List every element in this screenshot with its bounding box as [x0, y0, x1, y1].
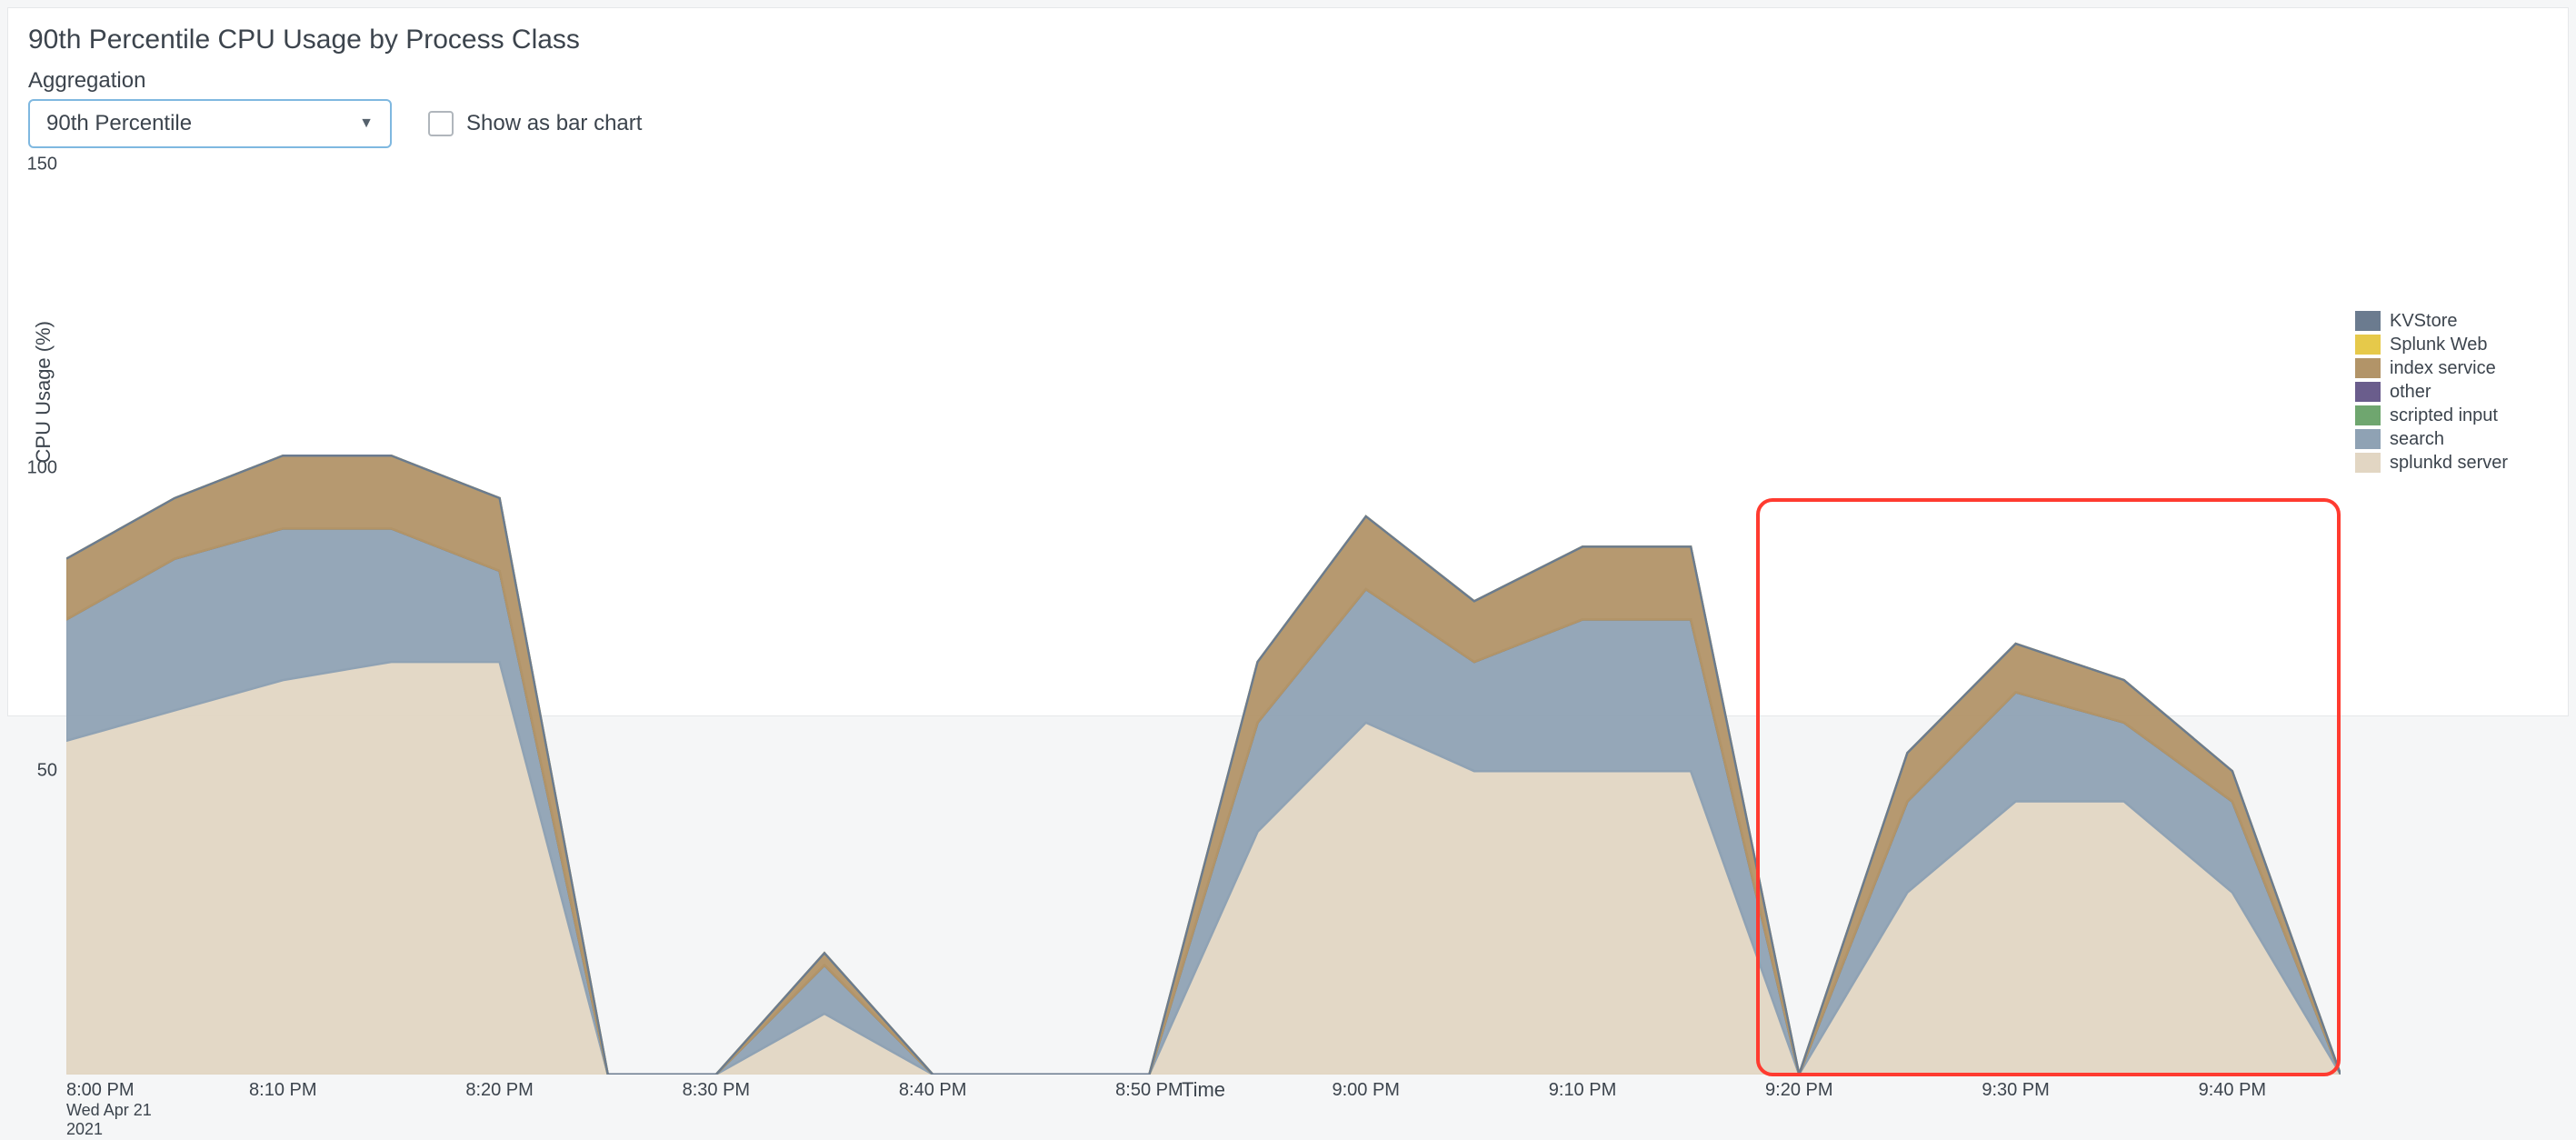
legend-item[interactable]: Splunk Web [2355, 335, 2548, 355]
x-tick-label: 9:10 PM [1549, 1080, 1616, 1101]
bar-chart-checkbox[interactable] [428, 111, 454, 136]
legend-swatch [2355, 335, 2381, 355]
legend-swatch [2355, 311, 2381, 331]
legend-label: KVStore [2390, 311, 2457, 332]
legend-swatch [2355, 453, 2381, 473]
legend-label: splunkd server [2390, 453, 2508, 474]
chart-panel: 90th Percentile CPU Usage by Process Cla… [7, 7, 2569, 716]
legend-item[interactable]: other [2355, 382, 2548, 403]
legend-swatch [2355, 429, 2381, 449]
legend-label: other [2390, 382, 2431, 403]
aggregation-label: Aggregation [28, 68, 392, 94]
aggregation-value: 90th Percentile [46, 111, 192, 136]
legend-item[interactable]: index service [2355, 358, 2548, 379]
x-tick-label: 9:40 PM [2199, 1080, 2266, 1101]
plot-column: 50100150 8:00 PMWed Apr 2120218:10 PM8:2… [66, 165, 2341, 619]
legend-swatch [2355, 358, 2381, 378]
y-tick-label: 100 [27, 457, 66, 478]
controls-row: Aggregation 90th Percentile ▼ Show as ba… [28, 68, 2548, 148]
x-tick-label: 8:00 PMWed Apr 212021 [66, 1080, 152, 1140]
y-tick-label: 150 [27, 155, 66, 175]
y-tick-label: 50 [37, 761, 66, 782]
legend-swatch [2355, 405, 2381, 425]
legend-item[interactable]: splunkd server [2355, 453, 2548, 474]
legend-label: index service [2390, 358, 2496, 379]
x-tick-label: 8:20 PM [465, 1080, 533, 1101]
x-tick-label: 8:10 PM [249, 1080, 316, 1101]
bar-chart-label: Show as bar chart [466, 111, 642, 136]
y-axis-title: CPU Usage (%) [28, 321, 59, 463]
x-tick-label: 9:30 PM [1982, 1080, 2049, 1101]
legend-label: scripted input [2390, 405, 2498, 426]
x-tick-label: 9:00 PM [1332, 1080, 1399, 1101]
highlight-box [1756, 498, 2341, 1076]
x-tick-label: 8:40 PM [899, 1080, 966, 1101]
legend-label: Splunk Web [2390, 335, 2487, 355]
legend-item[interactable]: scripted input [2355, 405, 2548, 426]
chart-zone: CPU Usage (%) 50100150 8:00 PMWed Apr 21… [28, 165, 2548, 619]
x-tick-label: 9:20 PM [1765, 1080, 1832, 1101]
legend-label: search [2390, 429, 2444, 450]
bar-chart-toggle-row: Show as bar chart [428, 99, 642, 148]
legend-item[interactable]: search [2355, 429, 2548, 450]
legend-item[interactable]: KVStore [2355, 311, 2548, 332]
aggregation-select[interactable]: 90th Percentile ▼ [28, 99, 392, 148]
area-chart[interactable]: 50100150 [66, 165, 2341, 1075]
panel-title: 90th Percentile CPU Usage by Process Cla… [28, 25, 2548, 55]
x-tick-label: 8:50 PM [1115, 1080, 1183, 1101]
legend-swatch [2355, 382, 2381, 402]
aggregation-group: Aggregation 90th Percentile ▼ [28, 68, 392, 148]
chevron-down-icon: ▼ [359, 115, 374, 132]
x-tick-label: 8:30 PM [683, 1080, 750, 1101]
legend: KVStore Splunk Web index service otherscrip… [2348, 165, 2548, 619]
